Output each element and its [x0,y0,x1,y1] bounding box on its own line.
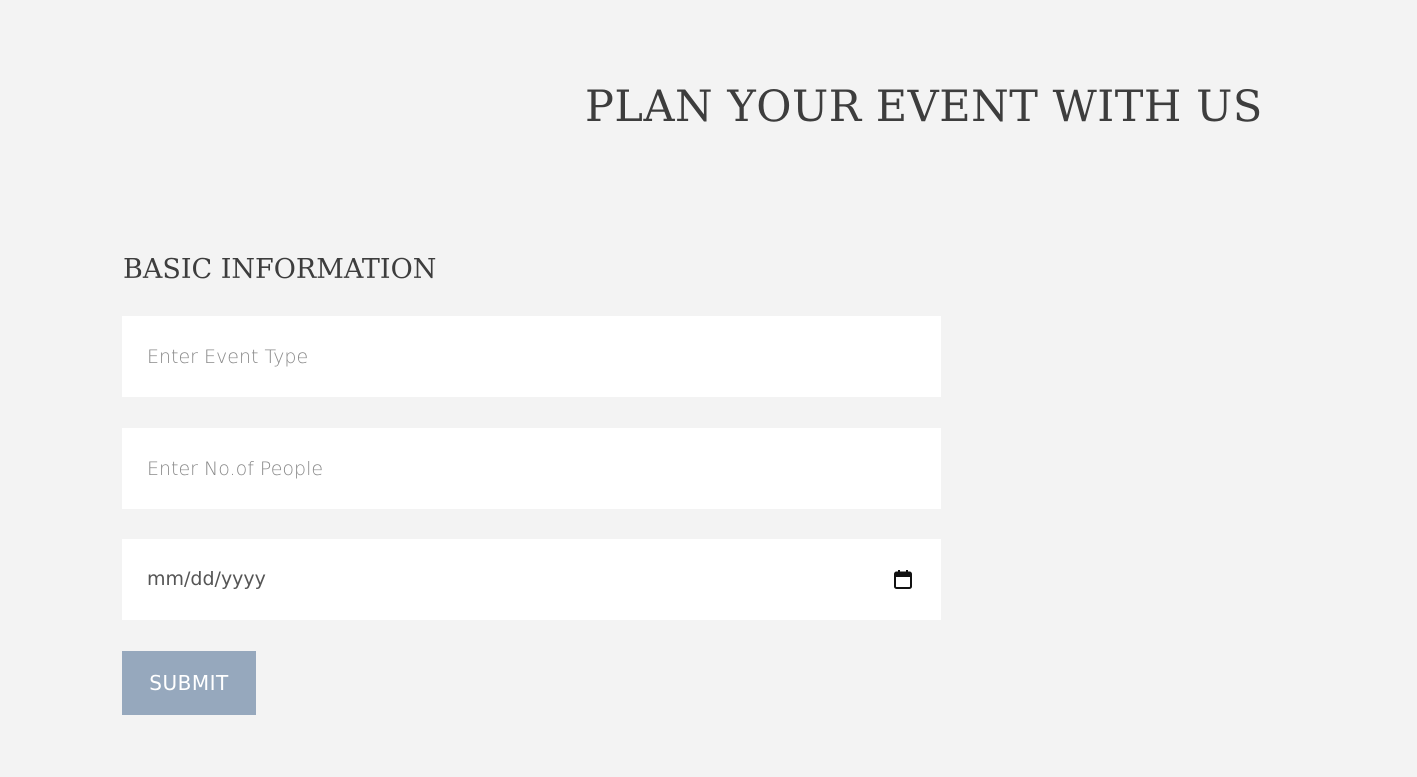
date-input[interactable]: mm/dd/yyyy [147,539,266,620]
page-title: PLAN YOUR EVENT WITH US [585,82,1263,132]
date-field[interactable]: mm/dd/yyyy [122,539,941,620]
event-type-input[interactable] [122,316,941,397]
event-type-field [122,316,941,397]
people-count-input[interactable] [122,428,941,509]
submit-button[interactable]: SUBMIT [122,651,256,715]
calendar-icon[interactable] [894,570,912,589]
section-heading: BASIC INFORMATION [123,254,437,285]
people-count-field [122,428,941,509]
